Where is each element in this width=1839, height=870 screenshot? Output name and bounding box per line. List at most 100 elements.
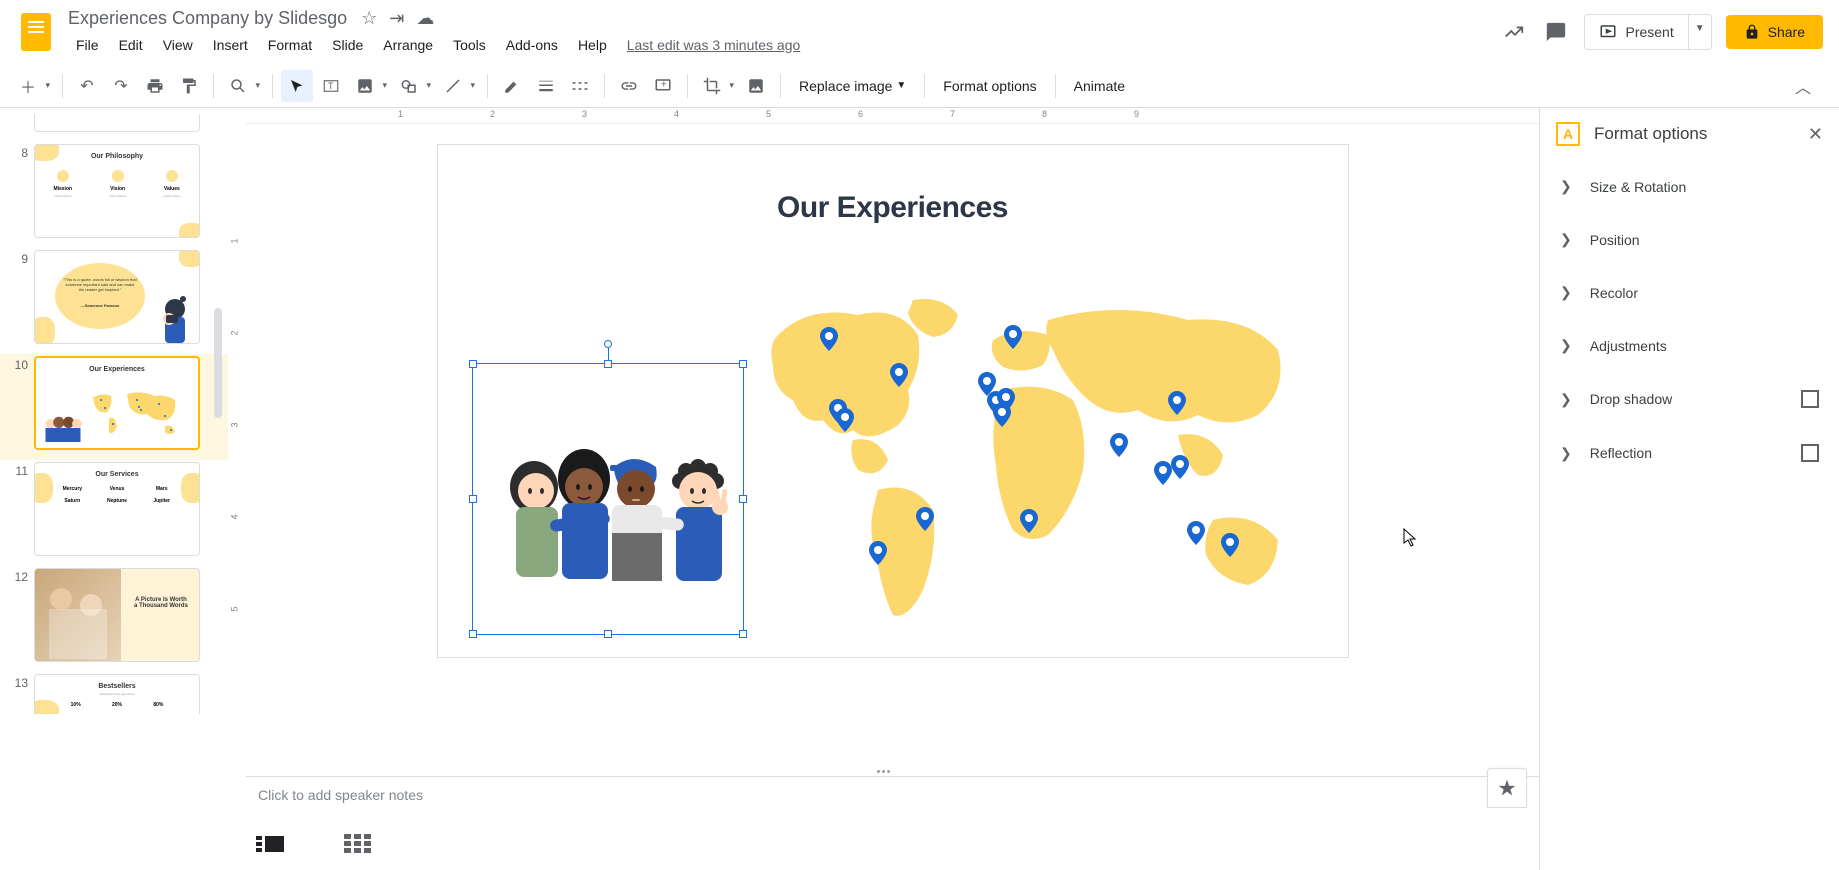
thumb-author: —Someone Famous <box>63 303 137 308</box>
explore-button[interactable] <box>1487 768 1527 808</box>
map-pin[interactable] <box>1154 461 1172 485</box>
menu-insert[interactable]: Insert <box>205 33 256 57</box>
last-edit-link[interactable]: Last edit was 3 minutes ago <box>619 33 809 57</box>
format-options-icon: A <box>1556 122 1580 146</box>
paint-format-button[interactable] <box>173 70 205 102</box>
map-pin[interactable] <box>890 363 908 387</box>
menu-tools[interactable]: Tools <box>445 33 494 57</box>
service-venus: Venus <box>98 486 137 492</box>
present-dropdown[interactable]: ▼ <box>1689 14 1712 50</box>
map-pin[interactable] <box>916 507 934 531</box>
map-pin[interactable] <box>820 327 838 351</box>
present-button[interactable]: Present <box>1584 14 1688 50</box>
vertical-ruler[interactable]: 1 2 3 4 5 <box>228 124 246 870</box>
mask-tool[interactable] <box>740 70 772 102</box>
sidebar-item-recolor[interactable]: ❯ Recolor <box>1540 266 1839 319</box>
line-tool[interactable] <box>437 70 469 102</box>
shape-tool[interactable] <box>393 70 425 102</box>
chevron-right-icon: ❯ <box>1560 231 1572 248</box>
sidebar-item-drop-shadow[interactable]: ❯ Drop shadow <box>1540 372 1839 426</box>
map-pin[interactable] <box>869 541 887 565</box>
textbox-tool[interactable]: T <box>315 70 347 102</box>
crop-tool[interactable] <box>696 70 728 102</box>
menubar: File Edit View Insert Format Slide Arran… <box>68 33 1500 57</box>
horizontal-ruler[interactable]: 1 2 3 4 5 6 7 8 9 <box>246 108 1539 124</box>
pct80: 80% <box>153 702 163 708</box>
thumbnail-scrollbar[interactable] <box>214 308 222 418</box>
map-pin[interactable] <box>993 403 1011 427</box>
undo-button[interactable]: ↶ <box>71 70 103 102</box>
animate-button[interactable]: Animate <box>1064 72 1135 100</box>
sidebar-title: Format options <box>1594 124 1794 144</box>
menu-file[interactable]: File <box>68 33 107 57</box>
grid-view-icon[interactable] <box>344 834 372 854</box>
document-title[interactable]: Experiences Company by Slidesgo <box>68 8 347 29</box>
thumbnail-11[interactable]: Our Services Mercury Venus Mars Saturn N… <box>34 462 200 556</box>
move-icon[interactable]: ⇥ <box>389 8 404 29</box>
thumbnail-7-partial[interactable] <box>34 114 200 132</box>
redo-button[interactable]: ↷ <box>105 70 137 102</box>
comments-icon[interactable] <box>1542 18 1570 46</box>
border-color-tool[interactable] <box>496 70 528 102</box>
slide-title[interactable]: Our Experiences <box>438 191 1348 225</box>
chevron-right-icon: ❯ <box>1560 284 1572 301</box>
activity-icon[interactable] <box>1500 18 1528 46</box>
cloud-icon[interactable]: ☁ <box>416 8 434 29</box>
filmstrip-view-icon[interactable] <box>256 834 284 854</box>
menu-slide[interactable]: Slide <box>324 33 371 57</box>
sidebar-item-reflection[interactable]: ❯ Reflection <box>1540 426 1839 480</box>
border-dash-tool[interactable] <box>564 70 596 102</box>
select-tool[interactable] <box>281 70 313 102</box>
comment-tool[interactable]: + <box>647 70 679 102</box>
map-pin[interactable] <box>1168 391 1186 415</box>
thumb-row: 13 Bestsellers Description text goes her… <box>0 672 228 724</box>
slide-10[interactable]: Our Experiences <box>437 144 1349 658</box>
separator <box>780 74 781 98</box>
map-pin[interactable] <box>1187 521 1205 545</box>
map-pin[interactable] <box>1221 533 1239 557</box>
menu-format[interactable]: Format <box>260 33 320 57</box>
collapse-toolbar-icon[interactable]: ︿ <box>1787 70 1819 102</box>
close-icon[interactable]: ✕ <box>1808 124 1823 145</box>
border-weight-tool[interactable] <box>530 70 562 102</box>
thumb-row: 9 "This is a quote, words full of wisdom… <box>0 248 228 354</box>
link-tool[interactable] <box>613 70 645 102</box>
share-button[interactable]: Share <box>1726 15 1823 49</box>
people-illustration[interactable] <box>474 365 746 637</box>
map-pin[interactable] <box>1020 509 1038 533</box>
map-pin[interactable] <box>1004 325 1022 349</box>
separator <box>62 74 63 98</box>
map-pin[interactable] <box>836 408 854 432</box>
star-icon[interactable]: ☆ <box>361 8 377 29</box>
rotate-handle[interactable] <box>604 340 612 348</box>
menu-arrange[interactable]: Arrange <box>375 33 441 57</box>
reflection-checkbox[interactable] <box>1801 444 1819 462</box>
drop-shadow-checkbox[interactable] <box>1801 390 1819 408</box>
bottom-bar <box>228 818 1539 870</box>
image-tool[interactable] <box>349 70 381 102</box>
menu-edit[interactable]: Edit <box>111 33 151 57</box>
thumbnail-8[interactable]: Our Philosophy MissionLorem ipsum Vision… <box>34 144 200 238</box>
map-pin[interactable] <box>1171 455 1189 479</box>
thumbnail-panel[interactable]: 8 Our Philosophy MissionLorem ipsum Visi… <box>0 108 228 870</box>
zoom-button[interactable] <box>222 70 254 102</box>
thumbnail-13[interactable]: Bestsellers Description text goes here 1… <box>34 674 200 714</box>
sidebar-item-position[interactable]: ❯ Position <box>1540 213 1839 266</box>
canvas-scroll[interactable]: Our Experiences <box>246 124 1539 870</box>
menu-view[interactable]: View <box>155 33 201 57</box>
replace-image-button[interactable]: Replace image ▼ <box>789 72 916 100</box>
menu-addons[interactable]: Add-ons <box>498 33 566 57</box>
thumbnail-10[interactable]: Our Experiences <box>34 356 200 450</box>
new-slide-button[interactable]: ＋ <box>12 70 44 102</box>
format-options-button[interactable]: Format options <box>933 72 1046 100</box>
sidebar-item-adjustments[interactable]: ❯ Adjustments <box>1540 319 1839 372</box>
menu-help[interactable]: Help <box>570 33 615 57</box>
print-button[interactable] <box>139 70 171 102</box>
speaker-notes[interactable]: Click to add speaker notes <box>246 776 1539 816</box>
sidebar-item-size-rotation[interactable]: ❯ Size & Rotation <box>1540 160 1839 213</box>
thumbnail-9[interactable]: "This is a quote, words full of wisdom t… <box>34 250 200 344</box>
ruler-mark: 6 <box>858 109 863 119</box>
thumbnail-12[interactable]: A Picture Is Worth a Thousand Words <box>34 568 200 662</box>
app-logo[interactable] <box>16 12 56 52</box>
map-pin[interactable] <box>1110 433 1128 457</box>
